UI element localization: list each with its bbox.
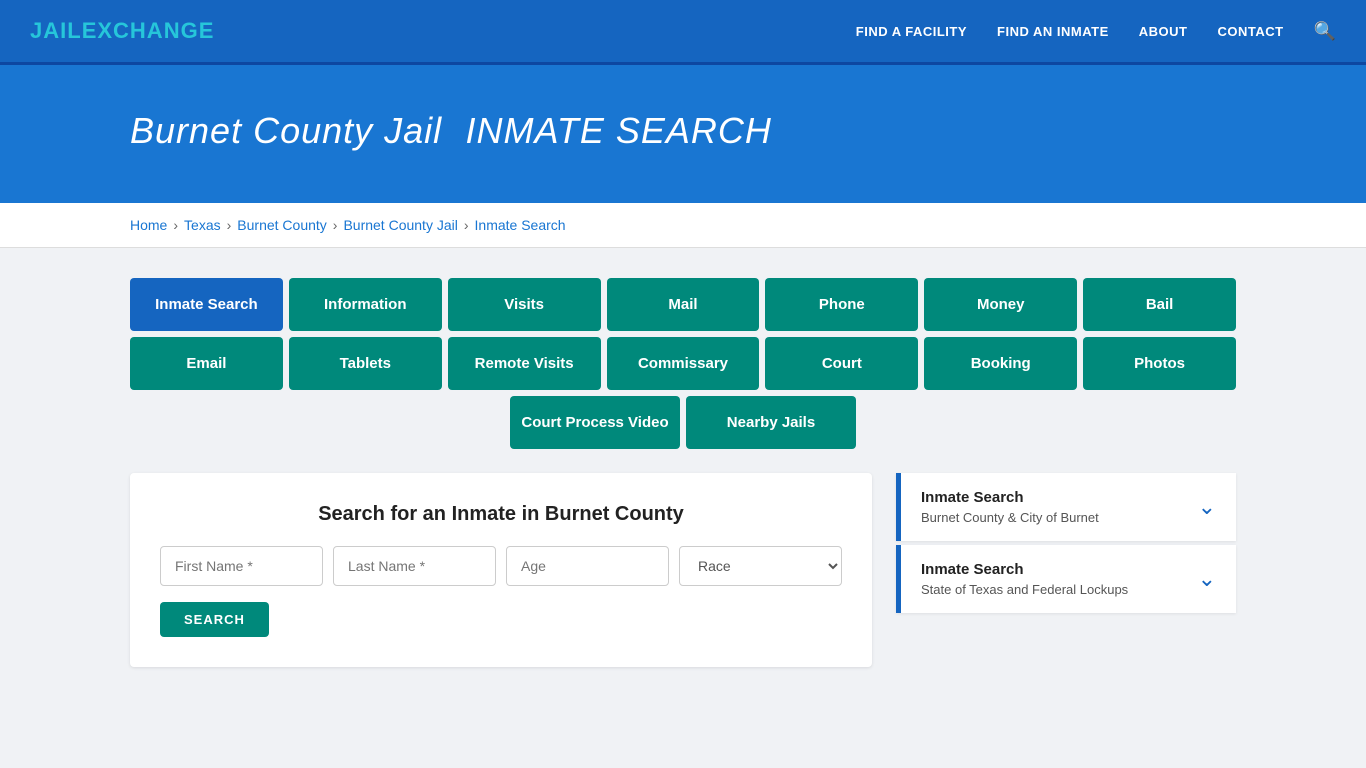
tab-photos[interactable]: Photos (1083, 337, 1236, 390)
search-title: Search for an Inmate in Burnet County (160, 503, 842, 526)
sidebar: Inmate Search Burnet County & City of Bu… (896, 473, 1236, 667)
nav-contact[interactable]: CONTACT (1217, 24, 1283, 39)
hero-section: Burnet County Jail INMATE SEARCH (0, 65, 1366, 203)
tabs-row1: Inmate Search Information Visits Mail Ph… (130, 278, 1236, 331)
search-form: Race White Black Hispanic Asian Other (160, 546, 842, 586)
nav-about[interactable]: ABOUT (1139, 24, 1188, 39)
logo[interactable]: JAILEXCHANGE (30, 18, 214, 44)
breadcrumb-burnet-county-jail[interactable]: Burnet County Jail (343, 217, 457, 233)
lower-section: Search for an Inmate in Burnet County Ra… (130, 473, 1236, 667)
tab-inmate-search[interactable]: Inmate Search (130, 278, 283, 331)
page-title: Burnet County Jail INMATE SEARCH (130, 105, 1236, 153)
last-name-input[interactable] (333, 546, 496, 586)
first-name-input[interactable] (160, 546, 323, 586)
search-icon[interactable]: 🔍 (1314, 21, 1336, 42)
page-title-main: Burnet County Jail (130, 110, 442, 151)
logo-jail: JAIL (30, 18, 82, 43)
tab-information[interactable]: Information (289, 278, 442, 331)
tab-court[interactable]: Court (765, 337, 918, 390)
tab-tablets[interactable]: Tablets (289, 337, 442, 390)
sidebar-item-texas-text: Inmate Search State of Texas and Federal… (921, 561, 1128, 597)
breadcrumb: Home › Texas › Burnet County › Burnet Co… (130, 217, 1236, 233)
page-title-sub: INMATE SEARCH (466, 110, 772, 151)
breadcrumb-burnet-county[interactable]: Burnet County (237, 217, 327, 233)
tab-visits[interactable]: Visits (448, 278, 601, 331)
navbar: JAILEXCHANGE FIND A FACILITY FIND AN INM… (0, 0, 1366, 65)
nav-links: FIND A FACILITY FIND AN INMATE ABOUT CON… (856, 21, 1336, 42)
breadcrumb-home[interactable]: Home (130, 217, 167, 233)
tab-booking[interactable]: Booking (924, 337, 1077, 390)
tab-money[interactable]: Money (924, 278, 1077, 331)
sep-2: › (227, 217, 232, 233)
tab-commissary[interactable]: Commissary (607, 337, 760, 390)
sidebar-item-burnet[interactable]: Inmate Search Burnet County & City of Bu… (896, 473, 1236, 541)
tab-phone[interactable]: Phone (765, 278, 918, 331)
sep-1: › (173, 217, 178, 233)
tab-nearby-jails[interactable]: Nearby Jails (686, 396, 856, 449)
tabs-row2: Email Tablets Remote Visits Commissary C… (130, 337, 1236, 390)
chevron-down-icon-2: ⌄ (1198, 566, 1216, 592)
sidebar-item-burnet-subtitle: Burnet County & City of Burnet (921, 510, 1099, 525)
breadcrumb-texas[interactable]: Texas (184, 217, 221, 233)
tab-court-process-video[interactable]: Court Process Video (510, 396, 680, 449)
tab-mail[interactable]: Mail (607, 278, 760, 331)
tab-remote-visits[interactable]: Remote Visits (448, 337, 601, 390)
breadcrumb-bar: Home › Texas › Burnet County › Burnet Co… (0, 203, 1366, 248)
sep-3: › (333, 217, 338, 233)
nav-find-facility[interactable]: FIND A FACILITY (856, 24, 967, 39)
search-panel: Search for an Inmate in Burnet County Ra… (130, 473, 872, 667)
tab-bail[interactable]: Bail (1083, 278, 1236, 331)
nav-find-inmate[interactable]: FIND AN INMATE (997, 24, 1109, 39)
tab-email[interactable]: Email (130, 337, 283, 390)
search-button[interactable]: SEARCH (160, 602, 269, 637)
main-content: Inmate Search Information Visits Mail Ph… (0, 248, 1366, 697)
tabs-row3: Court Process Video Nearby Jails (130, 396, 1236, 449)
age-input[interactable] (506, 546, 669, 586)
sidebar-item-texas[interactable]: Inmate Search State of Texas and Federal… (896, 545, 1236, 613)
sep-4: › (464, 217, 469, 233)
chevron-down-icon: ⌄ (1198, 494, 1216, 520)
logo-exchange: EXCHANGE (82, 18, 215, 43)
sidebar-item-texas-subtitle: State of Texas and Federal Lockups (921, 582, 1128, 597)
sidebar-item-burnet-text: Inmate Search Burnet County & City of Bu… (921, 489, 1099, 525)
race-select[interactable]: Race White Black Hispanic Asian Other (679, 546, 842, 586)
breadcrumb-inmate-search[interactable]: Inmate Search (475, 217, 566, 233)
sidebar-item-burnet-title: Inmate Search (921, 489, 1099, 506)
sidebar-item-texas-title: Inmate Search (921, 561, 1128, 578)
